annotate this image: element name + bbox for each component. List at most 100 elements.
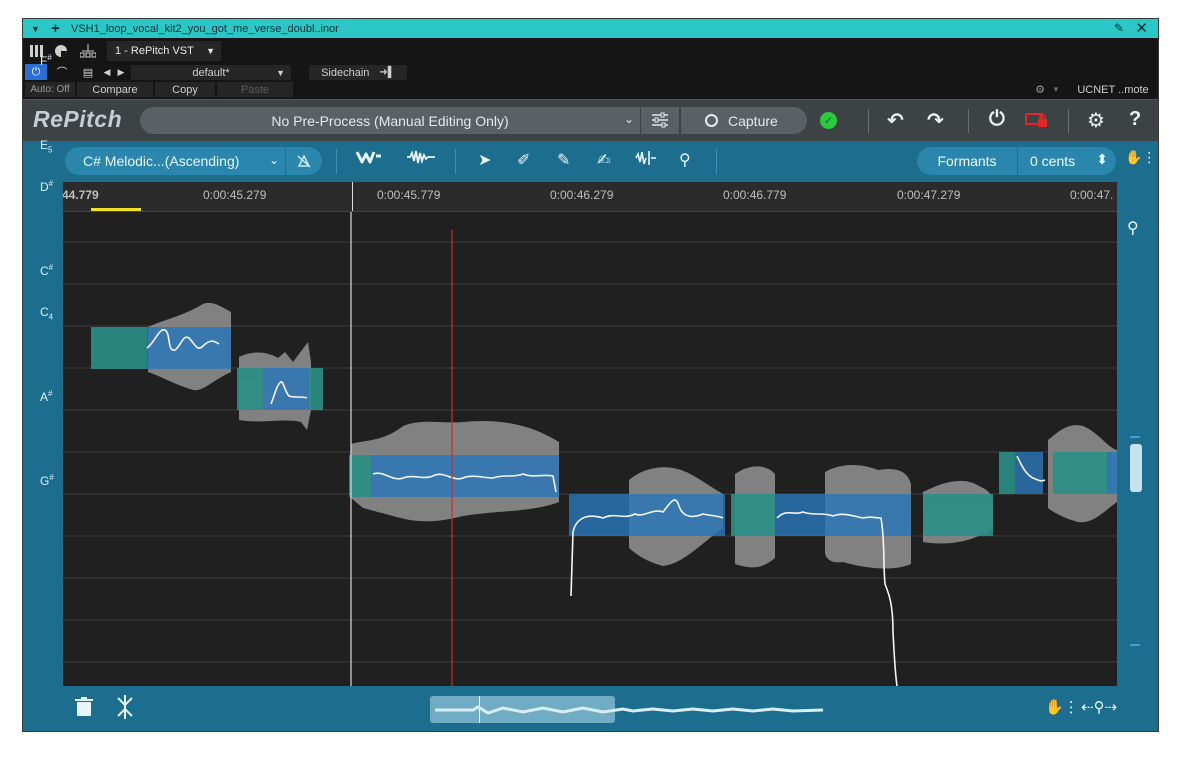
network-icon[interactable] [79, 42, 97, 60]
scroll-range-top [1130, 436, 1140, 438]
plugin-window: ▼ + VSH1_loop_vocal_kit2_you_got_me_vers… [22, 18, 1159, 732]
pitch-label-note: G [40, 474, 50, 488]
pitch-curve-view-icon[interactable] [355, 148, 383, 171]
pitch-label-modifier: # [48, 263, 54, 272]
divider [868, 109, 869, 133]
preset-file-icon[interactable]: ▤ [81, 64, 95, 80]
plugin-selector[interactable]: 1 - RePitch VST ▼ [107, 41, 221, 61]
editor-bottom-bar: ✋⋮ ⇠⚲⇢ [23, 689, 1158, 731]
compare-button[interactable]: Compare [77, 82, 153, 97]
tempo-icon[interactable]: ⌒ [51, 64, 73, 80]
capture-label: Capture [728, 112, 778, 129]
formants-label: Formants [937, 153, 997, 169]
pitch-label-note: C [40, 264, 49, 278]
chevron-down-icon: ⌄ [623, 112, 634, 126]
split-icon[interactable] [115, 695, 135, 724]
brush-tool-icon[interactable]: ✐ [517, 150, 530, 170]
edit-toolbar: C# Melodic...(Ascending) ⌄ ➤ ✐ ✎ ✍ ⚲ For… [23, 141, 1158, 182]
previous-preset-icon[interactable]: ◀ [101, 64, 113, 80]
preset-name: default* [192, 66, 230, 79]
pitch-label: F# [40, 53, 52, 68]
cents-stepper[interactable]: 0 cents ⬍ [1018, 147, 1116, 175]
redo-icon[interactable]: ↷ [927, 108, 944, 133]
host-preset-row: ⏻ ⌒ ▤ ◀ ▶ default* ▼ Sidechain ➜▌ [23, 64, 1158, 81]
pitch-label-modifier: 5 [48, 145, 53, 155]
pitch-editor-grid[interactable] [63, 212, 1117, 686]
chevron-down-icon[interactable]: ▼ [1051, 82, 1061, 97]
chevron-down-icon: ⌄ [268, 153, 279, 167]
pitch-label: E5 [40, 138, 52, 154]
gear-icon[interactable]: ⚙ [1087, 108, 1105, 133]
pin-icon[interactable]: ✎ [1114, 21, 1124, 35]
scale-dropdown[interactable]: C# Melodic...(Ascending) ⌄ [65, 147, 285, 175]
divider [1068, 109, 1069, 133]
vertical-zoom-icon[interactable]: ✋⋮ [1125, 149, 1156, 166]
horizontal-zoom-icon[interactable]: ⇠⚲⇢ [1081, 698, 1117, 716]
up-down-chevron-icon[interactable]: ⬍ [1096, 151, 1108, 168]
scroll-range-bottom [1130, 644, 1140, 646]
edit-cursor-marker [352, 182, 353, 211]
formants-button[interactable]: Formants [917, 147, 1017, 175]
pitch-ruler: F# E5 D# C# C4 A# G# [23, 53, 63, 686]
record-ring-icon [705, 114, 718, 127]
paste-button[interactable]: Paste [217, 82, 293, 97]
note-canvas[interactable] [63, 212, 1117, 686]
pitch-label-modifier: # [47, 53, 52, 62]
capture-button[interactable]: Capture [681, 107, 807, 134]
pitch-label: C4 [40, 305, 53, 321]
copy-button[interactable]: Copy [155, 82, 215, 97]
next-preset-icon[interactable]: ▶ [115, 64, 127, 80]
pitch-label: C# [40, 263, 53, 278]
time-ruler[interactable]: 44.779 0:00:45.279 0:00:45.779 0:00:46.279 0… [63, 182, 1117, 212]
preprocess-dropdown[interactable]: No Pre-Process (Manual Editing Only) ⌄ [140, 107, 640, 134]
line-tool-icon[interactable]: ✍ [597, 150, 610, 170]
time-ruler-tick: 0:00:46.279 [550, 188, 614, 202]
pointer-tool-icon[interactable]: ➤ [478, 150, 491, 170]
vertical-scroll-thumb[interactable] [1130, 444, 1142, 492]
undo-icon[interactable]: ↶ [887, 108, 904, 133]
pitch-label: D# [40, 179, 53, 194]
window-title-bar: ▼ + VSH1_loop_vocal_kit2_you_got_me_vers… [23, 19, 1158, 38]
time-ruler-tick: 0:00:47.279 [897, 188, 961, 202]
divider [968, 109, 969, 133]
sidechain-label: Sidechain [321, 66, 370, 79]
locked-clip-icon[interactable] [1025, 111, 1049, 134]
pitch-label-modifier: # [48, 389, 53, 398]
pitch-label-note: D [40, 180, 49, 194]
gear-icon[interactable]: ⚙ [1033, 82, 1047, 97]
remote-label: UCNET ..mote [1077, 83, 1149, 96]
separate-tool-icon[interactable] [635, 149, 657, 172]
trash-icon[interactable] [75, 697, 93, 722]
preset-selector[interactable]: default* ▼ [131, 65, 291, 80]
overview-waveform [435, 705, 824, 715]
power-icon[interactable]: ⏻ [989, 108, 1005, 131]
pitch-label-note: C [40, 305, 49, 319]
pitch-label: A# [40, 389, 52, 404]
pitch-label-modifier: # [49, 473, 54, 482]
pitch-label: G# [40, 473, 54, 488]
routing-icon[interactable] [53, 43, 69, 59]
host-compare-row: Auto: Off Compare Copy Paste ⚙ ▼ UCNET .… [23, 81, 1158, 99]
add-icon[interactable]: + [51, 21, 67, 36]
zoom-tool-icon[interactable]: ⚲ [679, 150, 691, 170]
time-ruler-tick: 0:00:45.279 [203, 188, 267, 202]
vertical-zoom-icon[interactable]: ⚲ [1127, 218, 1139, 238]
sliders-icon[interactable] [641, 107, 679, 134]
close-icon[interactable]: ✕ [1135, 19, 1148, 37]
automation-button[interactable]: Auto: Off [25, 82, 75, 97]
plugin-header: RePitch No Pre-Process (Manual Editing O… [23, 99, 1158, 141]
divider [716, 149, 717, 174]
pitch-label-modifier: 4 [48, 312, 54, 322]
help-icon[interactable]: ? [1129, 108, 1141, 131]
plugin-selector-label: 1 - RePitch VST [115, 45, 194, 57]
sidechain-input-icon: ➜▌ [379, 67, 395, 78]
scale-snap-off-icon[interactable] [286, 147, 322, 175]
sidechain-button[interactable]: Sidechain ➜▌ [309, 65, 407, 80]
collapse-triangle-icon[interactable]: ▼ [31, 24, 43, 34]
vertical-zoom-icon[interactable]: ✋⋮ [1045, 698, 1079, 716]
chevron-down-icon: ▼ [276, 67, 285, 78]
loop-region-marker[interactable] [91, 208, 141, 211]
host-toolbar: 1 - RePitch VST ▼ [23, 38, 1158, 64]
pencil-tool-icon[interactable]: ✎ [557, 150, 570, 170]
waveform-view-icon[interactable] [406, 148, 436, 171]
